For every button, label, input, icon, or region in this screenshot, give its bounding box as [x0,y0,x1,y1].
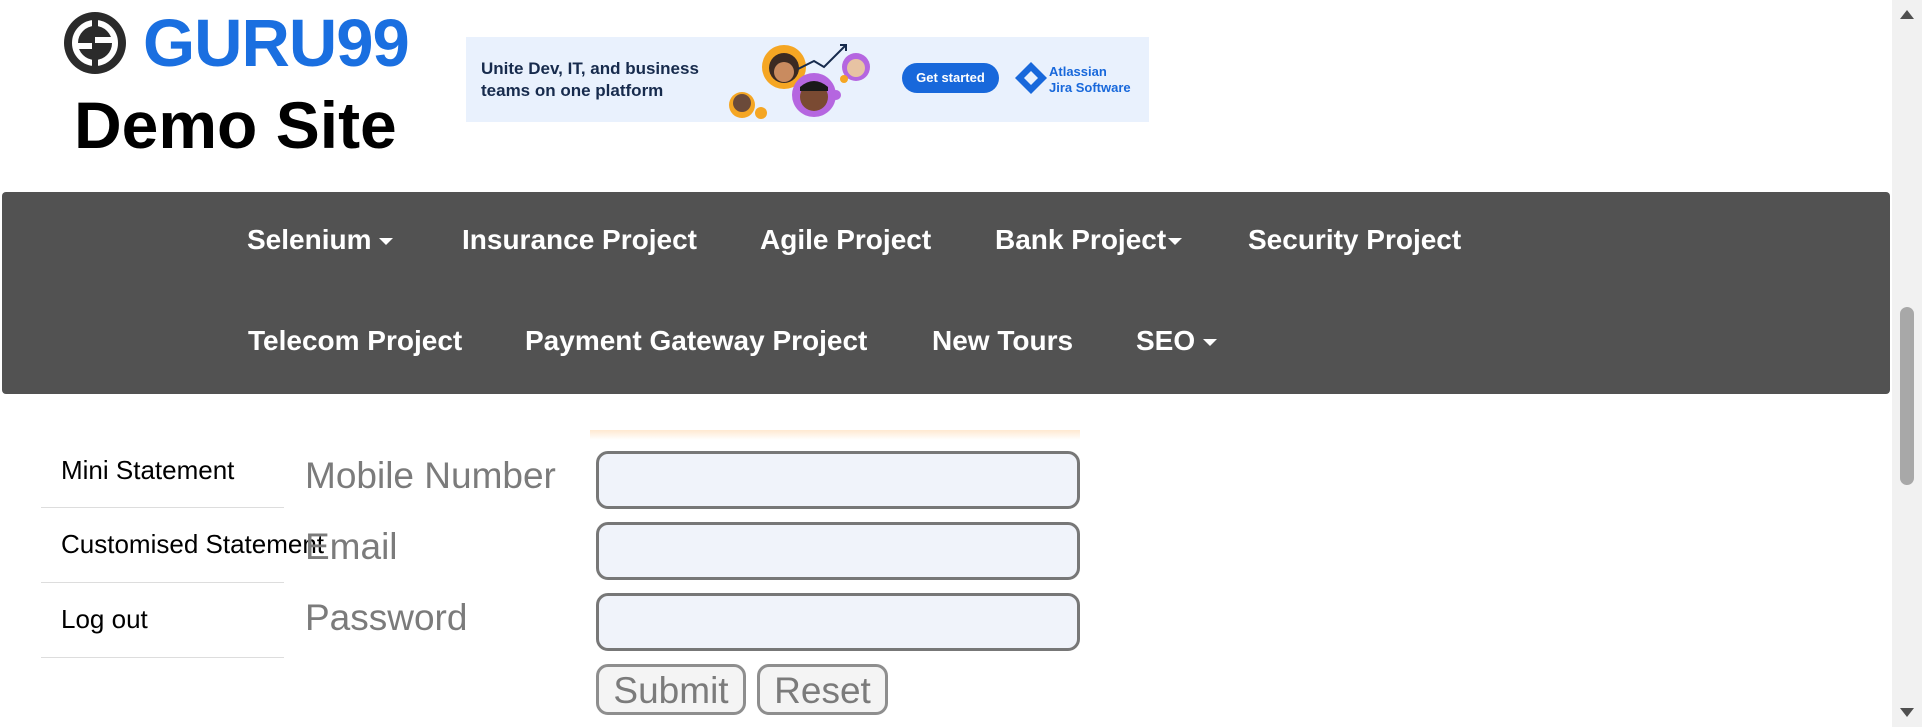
chevron-down-icon [379,238,394,246]
password-input[interactable] [596,593,1080,651]
vertical-scrollbar[interactable] [1892,0,1922,727]
ad-people-illustration [729,44,870,119]
ad-banner[interactable]: Unite Dev, IT, and business teams on one… [466,37,1149,122]
sidebar-item-mini-statement[interactable]: Mini Statement [41,434,284,508]
scrollbar-thumb[interactable] [1900,307,1914,485]
nav-item-label: Security Project [1248,224,1462,255]
site-logo[interactable]: GURU99 Demo Site [62,6,410,162]
email-label: Email [305,526,398,567]
chevron-down-icon [1168,238,1183,246]
submit-button[interactable]: Submit [596,664,746,715]
logo-brand-text: GURU99 [143,6,410,81]
jira-diamond-icon [1015,62,1047,94]
main-navbar: Selenium Insurance Project Agile Project… [2,192,1890,394]
sidebar-item-log-out[interactable]: Log out [41,583,284,658]
ad-brand-line2: Jira Software [1049,80,1131,95]
nav-item-seo[interactable]: SEO [1136,325,1218,357]
nav-item-label: Agile Project [760,224,932,255]
ad-brand-line1: Atlassian [1049,64,1107,79]
ad-get-started-button[interactable]: Get started [902,63,999,93]
nav-item-selenium[interactable]: Selenium [247,224,394,256]
nav-item-label: SEO [1136,325,1196,356]
nav-item-label: Selenium [247,224,372,255]
nav-item-agile-project[interactable]: Agile Project [760,224,931,256]
nav-item-payment-gateway-project[interactable]: Payment Gateway Project [525,325,867,357]
sidebar-item-customised-statement[interactable]: Customised Statement [41,508,324,583]
logo-subtitle: Demo Site [74,88,397,162]
ad-headline: Unite Dev, IT, and business teams on one… [481,59,699,100]
form-top-shadow [590,430,1080,440]
nav-item-label: Insurance Project [462,224,697,255]
guru99-logo-icon [64,12,126,74]
reset-button[interactable]: Reset [757,664,888,715]
nav-item-insurance-project[interactable]: Insurance Project [462,224,697,256]
nav-item-telecom-project[interactable]: Telecom Project [248,325,462,357]
scroll-up-arrow-icon[interactable] [1900,10,1914,19]
sidebar-menu: Mini Statement Customised Statement Log … [41,438,324,658]
ad-brand-name: Atlassian Jira Software [1049,64,1131,96]
scroll-down-arrow-icon[interactable] [1900,708,1914,717]
nav-item-security-project[interactable]: Security Project [1248,224,1461,256]
nav-item-label: Bank Project [995,224,1167,255]
mobile-number-input[interactable] [596,451,1080,509]
nav-item-new-tours[interactable]: New Tours [932,325,1073,357]
nav-item-label: Payment Gateway Project [525,325,868,356]
nav-item-bank-project[interactable]: Bank Project [995,224,1183,256]
nav-item-label: New Tours [932,325,1074,356]
nav-item-label: Telecom Project [248,325,463,356]
password-label: Password [305,597,468,638]
mobile-number-label: Mobile Number [305,455,556,496]
chevron-down-icon [1203,339,1218,347]
email-input[interactable] [596,522,1080,580]
